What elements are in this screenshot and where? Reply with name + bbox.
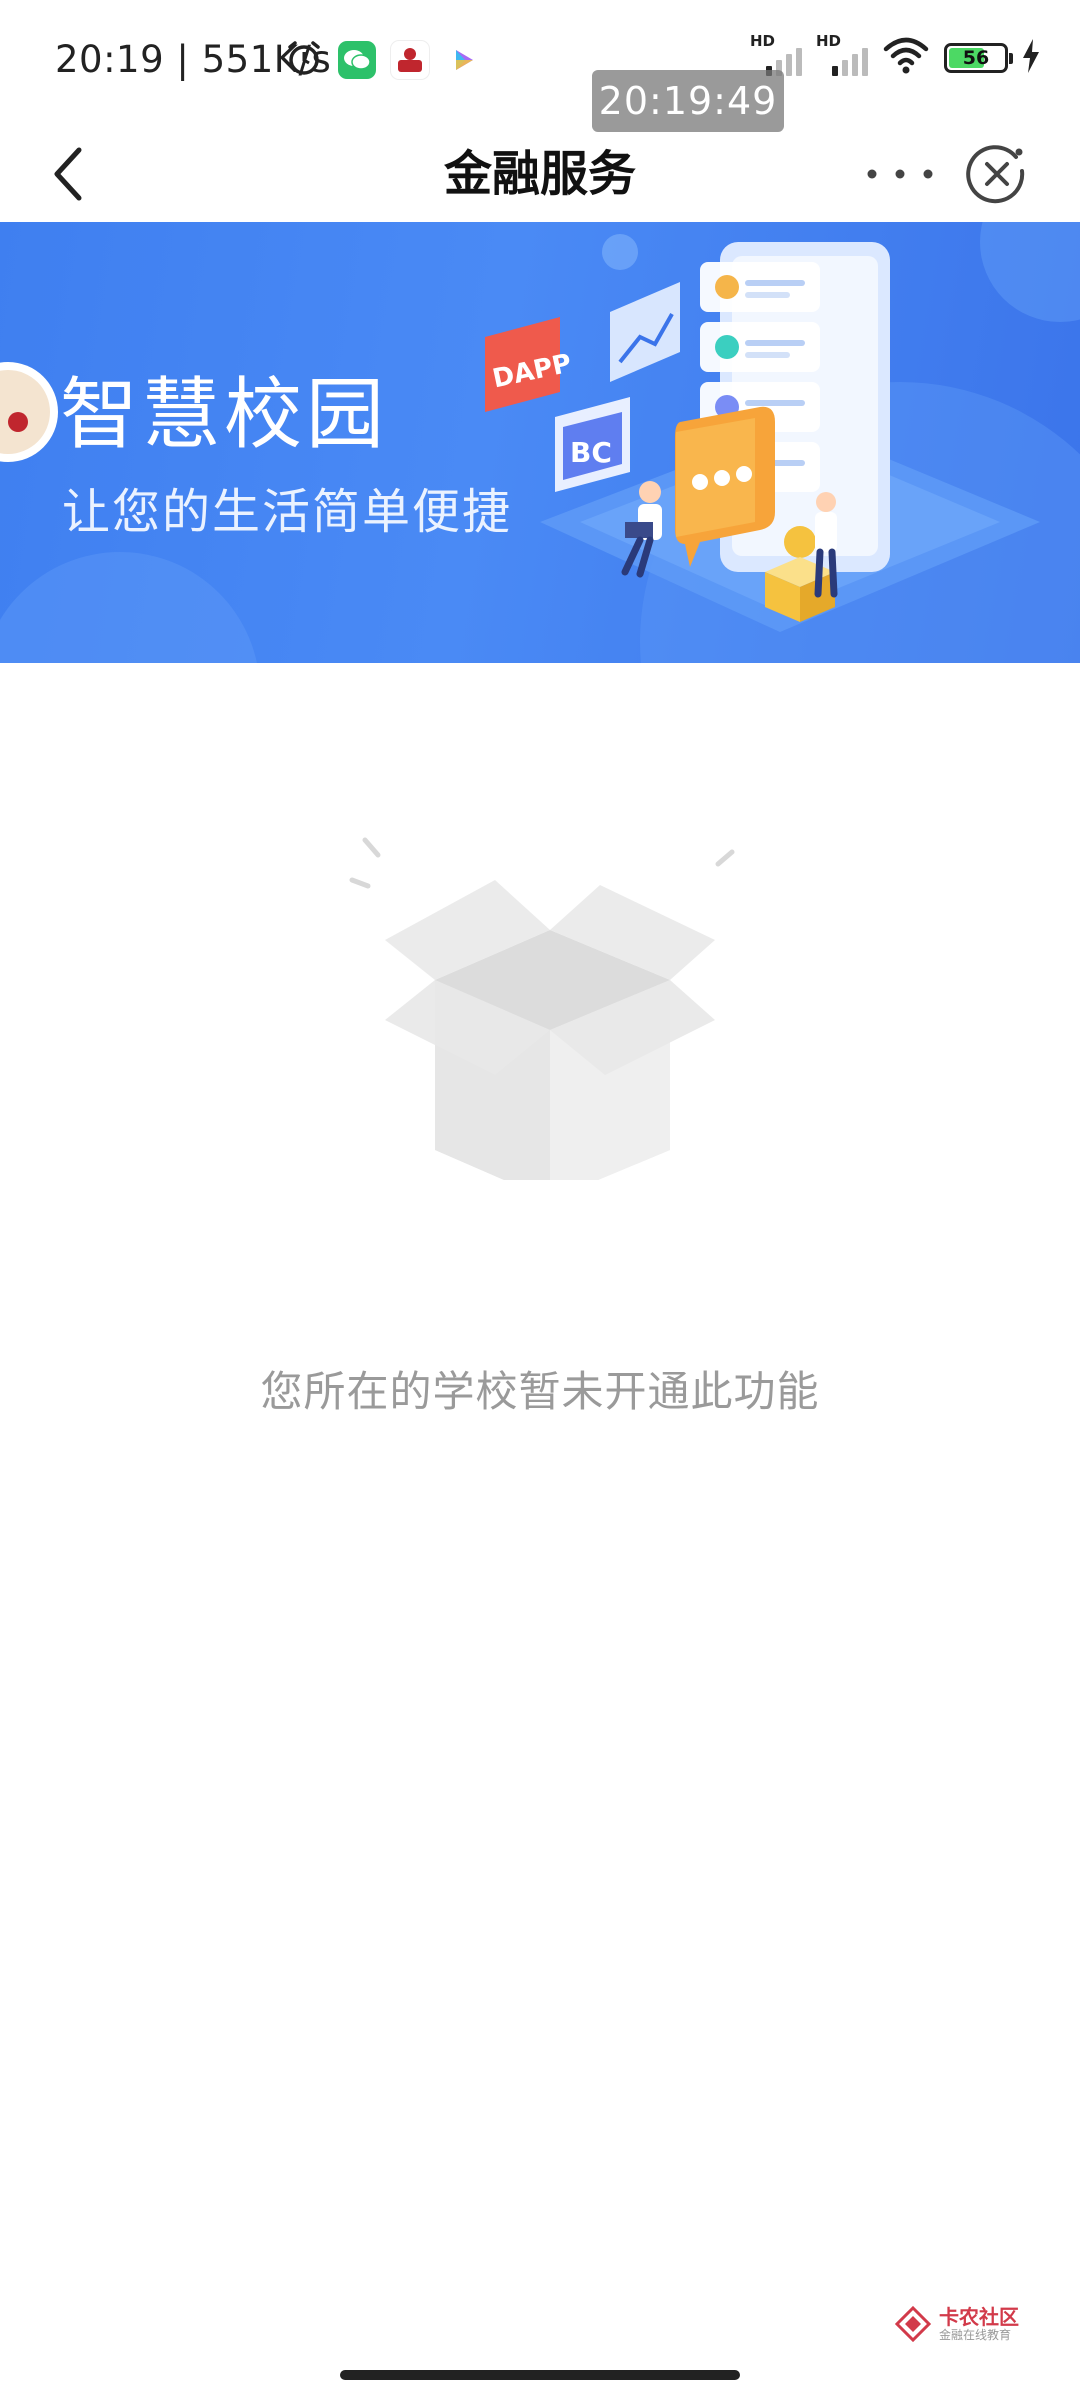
bc-tag: BC bbox=[570, 436, 612, 469]
title-bar: 金融服务 bbox=[0, 126, 1080, 222]
signal-icon-2: HD bbox=[816, 32, 868, 80]
close-circle-icon bbox=[966, 145, 1025, 204]
banner-title: 智慧校园 bbox=[60, 370, 389, 460]
video-app-icon bbox=[444, 41, 482, 79]
timestamp-overlay: 20:19:49 bbox=[592, 70, 784, 132]
charging-icon bbox=[1022, 39, 1040, 77]
system-icons: HD HD 56 bbox=[750, 32, 1040, 80]
watermark-sub: 金融在线教育 bbox=[939, 2328, 1012, 2342]
more-dots-icon bbox=[867, 169, 933, 179]
wifi-icon bbox=[882, 37, 930, 79]
empty-state-message: 您所在的学校暂未开通此功能 bbox=[260, 1367, 820, 1416]
battery-icon: 56 bbox=[944, 43, 1013, 73]
status-bar: 20:19 | 551K/s HD HD 56 bbox=[0, 0, 1080, 126]
notification-icons bbox=[284, 38, 482, 82]
wechat-icon bbox=[338, 41, 376, 79]
watermark-main: 卡农社区 bbox=[939, 2305, 1019, 2329]
app-red-icon bbox=[390, 40, 430, 80]
battery-level: 56 bbox=[962, 47, 990, 69]
close-button[interactable] bbox=[962, 130, 1032, 218]
alarm-icon bbox=[284, 38, 324, 82]
watermark-logo-icon bbox=[895, 2306, 931, 2342]
watermark: 卡农社区 金融在线教育 bbox=[895, 2306, 1019, 2342]
more-button[interactable] bbox=[840, 126, 960, 222]
banner[interactable]: DAPP BC 智慧校园 让您的生活简单便捷 bbox=[0, 222, 1080, 663]
banner-subtitle: 让您的生活简单便捷 bbox=[62, 484, 513, 540]
empty-box-icon bbox=[340, 830, 740, 1200]
home-indicator[interactable] bbox=[340, 2370, 740, 2380]
